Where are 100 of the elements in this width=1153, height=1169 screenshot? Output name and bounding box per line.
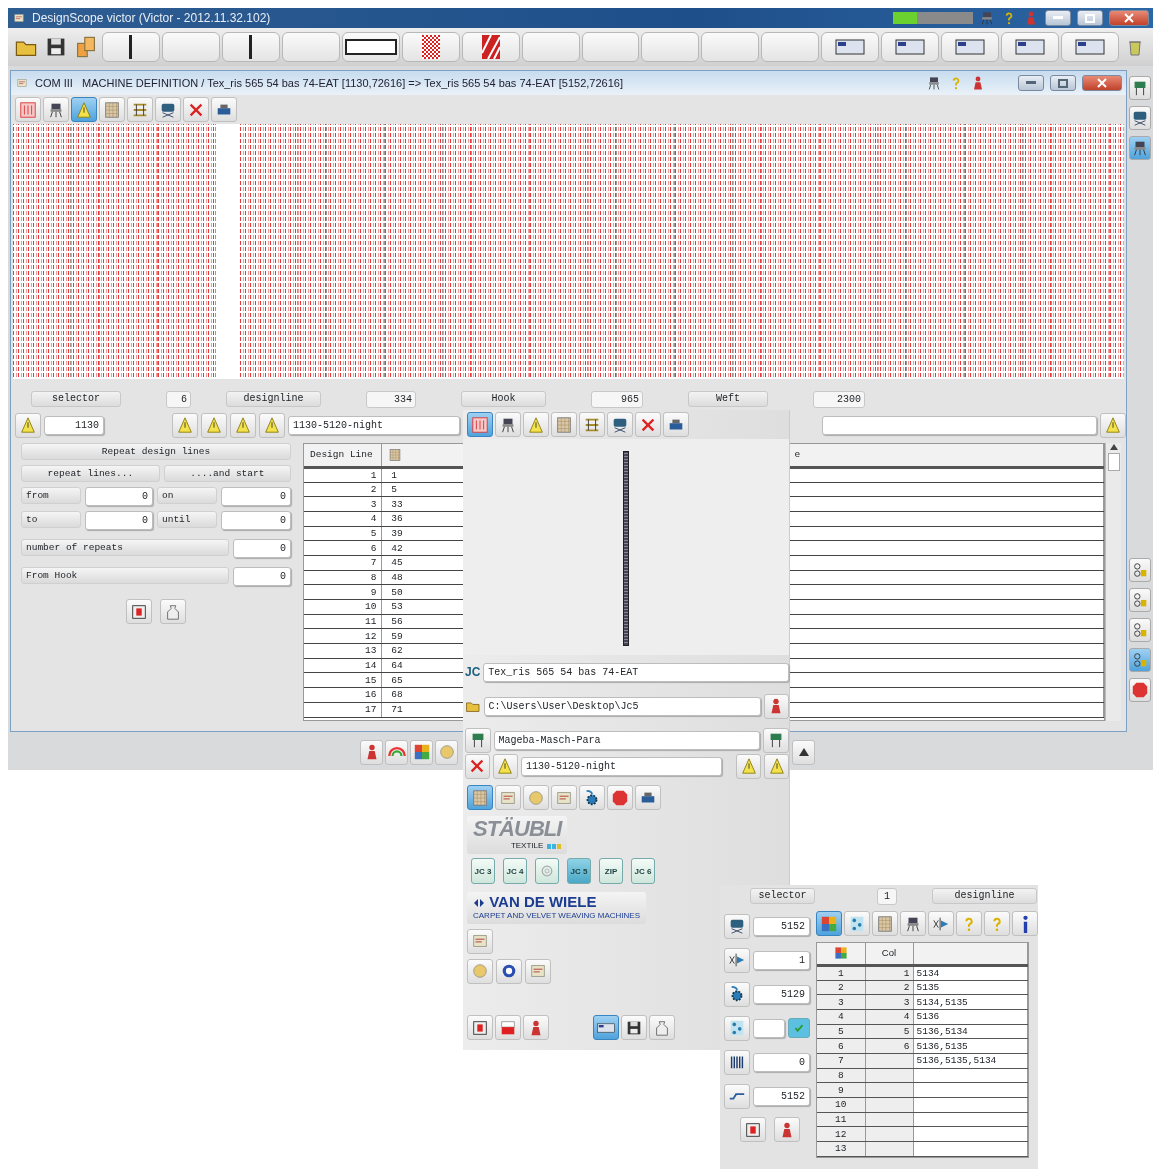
number-field[interactable]: 0 xyxy=(85,511,153,530)
icon-button[interactable] xyxy=(1129,588,1151,612)
close-icon xyxy=(1097,78,1107,88)
check-toggle[interactable] xyxy=(788,1018,810,1038)
close-button[interactable] xyxy=(1082,75,1122,91)
table-cell: 5136,5135,5134 xyxy=(913,1053,1028,1069)
toolbar-tab[interactable] xyxy=(495,412,521,437)
number-field[interactable]: 5152 xyxy=(753,916,810,936)
scroll-up-button[interactable] xyxy=(792,739,815,765)
icon-button[interactable] xyxy=(1129,136,1151,160)
number-field[interactable]: 0 xyxy=(233,567,291,586)
icon-button[interactable] xyxy=(774,1117,800,1142)
jc-button[interactable]: JC 6 xyxy=(631,858,655,884)
icon-button[interactable] xyxy=(1129,106,1151,130)
jc-button[interactable]: ZIP xyxy=(599,858,623,884)
input-field[interactable] xyxy=(822,415,1097,435)
icon-button[interactable] xyxy=(496,958,522,984)
selector-field[interactable]: 1130 xyxy=(44,415,104,435)
triangle-icon xyxy=(527,415,545,434)
configuration-field[interactable]: 1130-5120-night xyxy=(288,415,460,435)
number-field[interactable]: 0 xyxy=(221,511,291,530)
toolbar-button[interactable] xyxy=(101,32,160,62)
toolbar-tab[interactable] xyxy=(127,97,153,122)
two-tone-block-icon xyxy=(499,1018,517,1037)
number-field[interactable]: 0 xyxy=(753,1052,810,1072)
toolbar-button[interactable] xyxy=(341,32,400,62)
path-field[interactable]: C:\Users\User\Desktop\Jc5 xyxy=(483,696,761,716)
scroll-thumb[interactable] xyxy=(1107,453,1120,471)
number-field[interactable]: 5129 xyxy=(753,984,810,1004)
toolbar-tab[interactable] xyxy=(621,1015,647,1040)
chain-icon xyxy=(1131,591,1149,609)
icon-button[interactable] xyxy=(1129,76,1151,100)
number-field[interactable]: 5152 xyxy=(753,1086,810,1106)
checker-pattern-icon xyxy=(421,35,440,59)
stop-button[interactable] xyxy=(1129,678,1151,702)
icon-button[interactable] xyxy=(126,599,152,624)
toolbar-tab[interactable] xyxy=(579,412,605,437)
scrollbar[interactable] xyxy=(1105,443,1121,721)
screen-thumbnail-icon xyxy=(1075,37,1106,57)
number-field[interactable]: 0 xyxy=(233,539,291,558)
field-label: selector xyxy=(750,888,815,904)
screen-thumbnail-icon xyxy=(835,37,866,57)
toolbar-tab[interactable] xyxy=(607,412,633,437)
sack-icon xyxy=(653,1018,671,1037)
icon-button[interactable] xyxy=(360,739,383,765)
jc-button[interactable]: JC 3 xyxy=(471,858,495,884)
jc-button[interactable]: JC 5 xyxy=(567,858,591,884)
split-panel-icon xyxy=(471,1018,489,1037)
parameter-field[interactable]: Mageba-Masch-Para xyxy=(493,730,761,750)
number-field[interactable]: 1 xyxy=(753,950,810,970)
minimize-button[interactable] xyxy=(1018,75,1044,91)
pattern-name-field[interactable]: Tex_ris 565 54 bas 74-EAT xyxy=(483,662,789,682)
toolbar-tab[interactable] xyxy=(579,785,605,810)
table-cell: 5134,5135 xyxy=(913,994,1028,1010)
up-arrow-icon xyxy=(798,748,809,756)
jc-button[interactable]: JC 4 xyxy=(503,858,527,884)
minimize-icon xyxy=(1026,81,1036,85)
toolbar-tab[interactable] xyxy=(663,412,689,437)
icon-button[interactable] xyxy=(465,727,491,753)
toolbar-tab[interactable] xyxy=(635,785,661,810)
minimize-button[interactable] xyxy=(1045,10,1071,26)
vertical-line-icon xyxy=(129,35,133,59)
icon-button[interactable] xyxy=(724,1015,750,1041)
dotted-pattern-icon xyxy=(848,914,866,933)
icon-button[interactable] xyxy=(724,1083,750,1109)
field-label: From Hook xyxy=(21,567,229,584)
icon-button[interactable] xyxy=(1129,558,1151,582)
column-header: e xyxy=(794,448,801,460)
icon-button[interactable] xyxy=(763,727,789,753)
toolbar-button[interactable] xyxy=(221,32,280,62)
screen-thumbnail-icon xyxy=(1015,37,1046,57)
toolbar-tab[interactable] xyxy=(1012,911,1038,936)
table-cell: 7 xyxy=(304,555,381,571)
toolbar-tab[interactable] xyxy=(467,1015,493,1040)
close-icon xyxy=(1124,13,1134,23)
maximize-button[interactable] xyxy=(1077,10,1103,26)
icon-button[interactable] xyxy=(724,981,750,1007)
icon-button[interactable] xyxy=(724,1049,750,1075)
close-button[interactable] xyxy=(1109,10,1149,26)
table-cell: 2 xyxy=(304,482,381,497)
icon-button[interactable] xyxy=(763,693,789,719)
field-label: until xyxy=(157,511,217,528)
number-field[interactable]: 0 xyxy=(221,487,291,506)
toolbar-tab[interactable] xyxy=(211,97,237,122)
maximize-icon xyxy=(1085,13,1095,23)
icon-button[interactable] xyxy=(740,1117,766,1142)
icon-button[interactable] xyxy=(465,753,490,779)
toolbar-tab[interactable] xyxy=(43,97,69,122)
icon-button[interactable] xyxy=(410,739,433,765)
configuration-field[interactable]: 1130-5120-night xyxy=(520,756,723,776)
icon-button[interactable] xyxy=(1129,618,1151,642)
field-label: Weft xyxy=(688,391,768,407)
toolbar-tab[interactable] xyxy=(155,97,181,122)
triangle-icon xyxy=(75,100,93,119)
input-field[interactable] xyxy=(753,1018,785,1038)
number-field[interactable]: 0 xyxy=(85,487,153,506)
emblem-icon xyxy=(527,788,545,807)
icon-button[interactable] xyxy=(724,913,750,939)
toolbar-tab[interactable] xyxy=(900,911,926,936)
maximize-button[interactable] xyxy=(1050,75,1076,91)
